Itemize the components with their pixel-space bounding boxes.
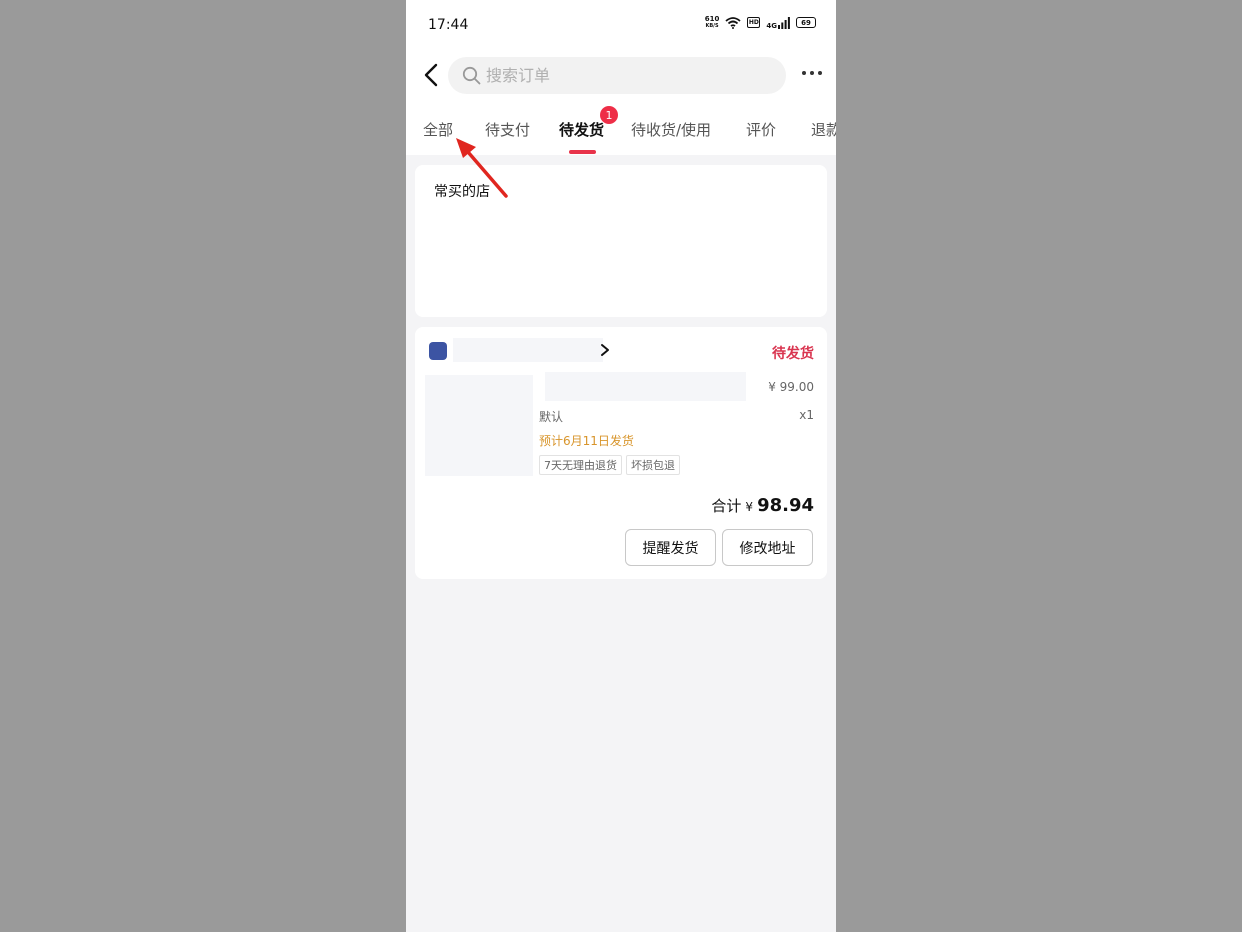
more-dot	[810, 71, 814, 75]
tab-pending-receipt[interactable]: 待收货/使用	[631, 119, 711, 140]
net-speed-unit: KB/S	[705, 23, 719, 29]
frequent-shops-title: 常买的店	[434, 184, 490, 200]
battery-icon: 69	[796, 17, 816, 28]
shop-name-redacted[interactable]	[453, 338, 603, 362]
total-label: 合计	[711, 497, 742, 515]
product-image[interactable]	[425, 375, 533, 476]
estimated-ship-date: 预计6月11日发货	[539, 434, 634, 448]
search-bar[interactable]	[448, 57, 786, 94]
remind-shipment-button[interactable]: 提醒发货	[625, 529, 716, 566]
status-icons: 610 KB/S HD 4G 69	[705, 16, 816, 29]
service-tags: 7天无理由退货 坏损包退	[539, 455, 680, 475]
frequent-shops-card: 常买的店	[415, 165, 827, 317]
chevron-left-icon	[424, 63, 438, 87]
tab-badge: 1	[600, 106, 618, 124]
order-card[interactable]: 待发货 ¥ 99.00 默认 x1 预计6月11日发货 7天无理由退货 坏损包退…	[415, 327, 827, 579]
product-title-redacted[interactable]	[545, 372, 746, 401]
tab-all[interactable]: 全部	[423, 119, 453, 140]
search-icon	[462, 66, 481, 85]
tab-pending-shipment[interactable]: 待发货	[559, 119, 604, 140]
tab-pending-payment[interactable]: 待支付	[485, 119, 530, 140]
product-quantity: x1	[799, 408, 814, 422]
service-tag: 坏损包退	[626, 455, 680, 475]
back-button[interactable]	[421, 61, 441, 89]
modify-address-button[interactable]: 修改地址	[722, 529, 813, 566]
search-input[interactable]	[486, 57, 776, 94]
order-tabs: 全部 待支付 待发货 待收货/使用 评价 退款	[406, 114, 836, 154]
total-amount: 98.94	[757, 495, 814, 516]
signal-bars-icon	[778, 16, 790, 29]
signal-icon: 4G	[766, 16, 790, 30]
more-options-icon[interactable]	[802, 71, 822, 75]
phone-screen: 17:44 610 KB/S HD 4G 69 搜索订单 全部 待支付 待发货 …	[406, 0, 836, 932]
shop-logo	[429, 342, 447, 360]
net-speed-indicator: 610 KB/S	[704, 15, 720, 30]
order-total: 合计 ¥ 98.94	[711, 495, 814, 516]
product-price: ¥ 99.00	[768, 380, 814, 394]
order-status: 待发货	[772, 346, 814, 362]
more-dot	[818, 71, 822, 75]
wifi-icon	[725, 16, 741, 29]
hd-icon: HD	[747, 17, 761, 28]
net-speed-value: 610	[704, 15, 720, 23]
more-dot	[802, 71, 806, 75]
product-sku: 默认	[539, 410, 564, 424]
active-tab-indicator	[569, 150, 596, 154]
status-time: 17:44	[428, 17, 469, 33]
tab-review[interactable]: 评价	[746, 119, 776, 140]
chevron-right-icon[interactable]	[599, 343, 611, 357]
network-type: 4G	[766, 21, 777, 30]
total-currency: ¥	[745, 500, 754, 514]
tab-refund[interactable]: 退款	[811, 119, 836, 140]
service-tag: 7天无理由退货	[539, 455, 622, 475]
